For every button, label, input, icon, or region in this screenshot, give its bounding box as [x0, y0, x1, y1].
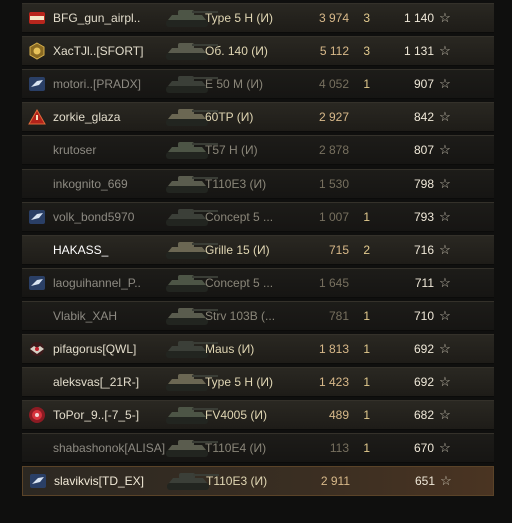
player-row[interactable]: zorkie_glaza 60TP (И) 2 927 842 ☆: [22, 102, 494, 133]
experience-value: 711: [414, 275, 434, 290]
experience-value: 1 131: [403, 44, 434, 59]
experience-value: 692: [413, 342, 434, 356]
player-name[interactable]: motori..[PRADX]: [53, 70, 173, 98]
player-row[interactable]: krutoser T57 H (И) 2 878 807 ☆: [22, 135, 494, 166]
star-icon: ☆: [439, 10, 451, 25]
kills-value: [338, 170, 370, 198]
player-row[interactable]: volk_bond5970 Concept 5 ... 1 007 1 793 ☆: [22, 201, 494, 232]
kills-value: 3: [363, 44, 370, 59]
experience-value: 651: [414, 474, 435, 489]
star-icon: ☆: [439, 241, 451, 257]
kills-value: 1: [363, 441, 370, 456]
player-row[interactable]: HAKASS_ Grille 15 (И) 715 2 716 ☆: [22, 234, 494, 265]
player-row[interactable]: slavikvis[TD_EX] T110E3 (И) 2 911 651 ☆: [22, 466, 494, 497]
experience-value: 692: [413, 375, 434, 390]
kills-value: 1: [363, 342, 370, 356]
experience-value: 716: [413, 242, 434, 257]
kills-value: [338, 269, 370, 297]
kills-value: 1: [363, 375, 370, 390]
kills-value: 2: [363, 242, 370, 257]
player-name[interactable]: BFG_gun_airpl..: [53, 4, 173, 32]
star-icon: ☆: [439, 407, 451, 423]
player-name[interactable]: pifagorus[QWL]: [53, 335, 173, 363]
star-icon: ☆: [439, 374, 451, 390]
player-row[interactable]: XacTJl..[SFORT] Об. 140 (И) 5 112 3 1 131 ☆: [22, 36, 494, 67]
player-name[interactable]: Vlabik_XAH: [53, 302, 173, 330]
star-icon: ☆: [439, 341, 451, 356]
player-row[interactable]: Vlabik_XAH Strv 103B (... 781 1 710 ☆: [22, 300, 494, 331]
kills-value: 1: [363, 209, 370, 224]
red-circle-clan-emblem: [28, 406, 46, 424]
star-icon: ☆: [439, 307, 451, 323]
player-name[interactable]: volk_bond5970: [53, 203, 173, 231]
blue-bird-clan-emblem: [28, 274, 46, 292]
experience-value: 842: [413, 110, 434, 125]
kills-value: 1: [363, 308, 370, 323]
lebwa-clan-emblem: [28, 9, 46, 27]
experience-value: 807: [413, 143, 434, 158]
player-name[interactable]: ToPor_9..[-7_5-]: [53, 401, 173, 429]
gold-hex-clan-emblem: [28, 42, 46, 60]
player-name[interactable]: zorkie_glaza: [53, 103, 173, 131]
team-results-table: BFG_gun_airpl.. Type 5 H (И) 3 974 3 1 140 ☆ X…: [0, 0, 512, 523]
player-name[interactable]: slavikvis[TD_EX]: [54, 467, 174, 495]
player-name[interactable]: HAKASS_: [53, 236, 173, 264]
player-name[interactable]: laoguihannel_P..: [53, 269, 173, 297]
kills-value: 1: [363, 77, 370, 92]
experience-value: 793: [413, 209, 434, 224]
experience-value: 798: [413, 176, 434, 191]
star-icon: ☆: [440, 473, 452, 489]
kills-value: 1: [363, 408, 370, 423]
kills-value: 3: [363, 11, 370, 25]
red-triangle-clan-emblem: [28, 108, 46, 126]
star-icon: ☆: [439, 76, 451, 92]
experience-value: 1 140: [403, 11, 434, 25]
player-name[interactable]: krutoser: [53, 136, 173, 164]
star-icon: ☆: [439, 175, 451, 191]
experience-value: 907: [413, 77, 434, 92]
blue-bird-clan-emblem: [29, 472, 47, 490]
star-icon: ☆: [439, 109, 451, 125]
star-icon: ☆: [439, 208, 451, 224]
experience-value: 682: [413, 408, 434, 423]
star-icon: ☆: [439, 274, 451, 290]
blue-bird-clan-emblem: [28, 75, 46, 93]
blue-bird-clan-emblem: [28, 208, 46, 226]
player-row[interactable]: BFG_gun_airpl.. Type 5 H (И) 3 974 3 1 140 ☆: [22, 3, 494, 33]
experience-value: 670: [413, 441, 434, 456]
player-name[interactable]: shabashonok[ALISA]: [53, 434, 173, 462]
star-icon: ☆: [439, 43, 451, 59]
star-icon: ☆: [439, 142, 451, 158]
kills-value: [338, 103, 370, 131]
player-row[interactable]: inkognito_669 T110E3 (И) 1 530 798 ☆: [22, 168, 494, 199]
kills-value: [339, 467, 371, 495]
player-row[interactable]: laoguihannel_P.. Concept 5 ... 1 645 711 ☆: [22, 267, 494, 298]
kills-value: [338, 136, 370, 164]
player-row[interactable]: pifagorus[QWL] Maus (И) 1 813 1 692 ☆: [22, 334, 494, 364]
experience-value: 710: [413, 308, 434, 323]
player-row[interactable]: shabashonok[ALISA] T110E4 (И) 113 1 670 ☆: [22, 433, 494, 464]
star-icon: ☆: [439, 440, 451, 456]
player-name[interactable]: inkognito_669: [53, 170, 173, 198]
player-name[interactable]: XacTJl..[SFORT]: [53, 37, 173, 65]
player-row[interactable]: motori..[PRADX] E 50 M (И) 4 052 1 907 ☆: [22, 69, 494, 100]
winged-skull-clan-emblem: [28, 340, 46, 358]
player-row[interactable]: ToPor_9..[-7_5-] FV4005 (И) 489 1 682 ☆: [22, 400, 494, 431]
player-row[interactable]: aleksvas[_21R-] Type 5 H (И) 1 423 1 692 ☆: [22, 367, 494, 398]
player-name[interactable]: aleksvas[_21R-]: [53, 368, 173, 396]
